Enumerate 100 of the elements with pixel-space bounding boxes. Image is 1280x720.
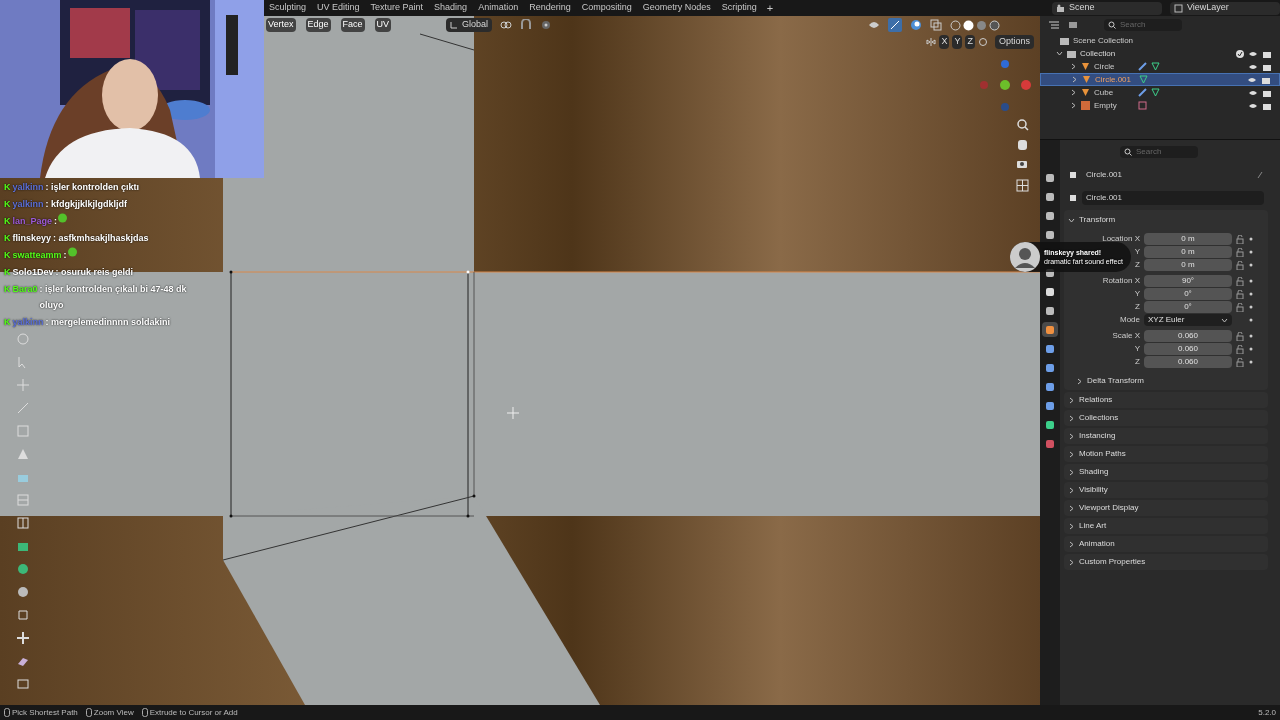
snap-icon[interactable]	[520, 19, 532, 31]
workspace-tab[interactable]: Texture Paint	[365, 1, 429, 15]
chevron-icon[interactable]	[1068, 486, 1075, 494]
workspace-tab[interactable]: UV Editing	[312, 1, 365, 15]
chevron-icon[interactable]	[1071, 76, 1078, 83]
rendered-shading-icon[interactable]	[989, 19, 1000, 31]
workspace-tab[interactable]: Shading	[429, 1, 473, 15]
panel-header[interactable]: Visibility	[1079, 484, 1108, 496]
keyframe-dot-icon[interactable]	[1248, 236, 1254, 242]
navigation-gizmo[interactable]	[980, 60, 1031, 111]
grid-icon[interactable]	[1016, 179, 1029, 192]
workspace-tab[interactable]: Rendering	[524, 1, 576, 15]
field-label: Y	[1134, 288, 1140, 300]
number-field[interactable]: 0 m	[1144, 233, 1232, 245]
chevron-icon[interactable]	[1070, 102, 1077, 109]
keyframe-dot-icon[interactable]	[1248, 359, 1254, 365]
number-field[interactable]: 0°	[1144, 301, 1232, 313]
field-label: Z	[1135, 259, 1140, 271]
chevron-icon[interactable]	[1068, 540, 1075, 548]
chevron-icon[interactable]	[1068, 558, 1075, 566]
mirror-icon[interactable]	[926, 37, 937, 47]
3d-cursor-icon	[506, 406, 520, 420]
panel-header[interactable]: Instancing	[1079, 430, 1116, 442]
number-field[interactable]: 0 m	[1144, 259, 1232, 271]
avatar	[1010, 242, 1040, 272]
chevron-icon[interactable]	[1068, 504, 1075, 512]
menu-item[interactable]: Edge	[305, 18, 331, 32]
number-field[interactable]: 0.060	[1144, 356, 1232, 368]
panel-header[interactable]: Motion Paths	[1079, 448, 1126, 460]
workspace-tab[interactable]: Animation	[473, 1, 524, 15]
outliner-row[interactable]: Circle.001	[1040, 73, 1280, 86]
chevron-icon[interactable]	[1068, 468, 1075, 476]
orientation-dropdown[interactable]: Global	[446, 18, 492, 32]
outliner-row[interactable]: Circle	[1040, 60, 1280, 73]
tree-item[interactable]: Scene Collection	[1073, 34, 1134, 47]
mode-dropdown[interactable]: XYZ Euler	[1144, 314, 1232, 326]
subpanel-header[interactable]: Delta Transform	[1087, 375, 1144, 387]
wireframe-shading-icon[interactable]	[950, 19, 961, 31]
zoom-icon[interactable]	[1017, 119, 1029, 131]
display-mode-icon[interactable]	[1048, 20, 1060, 30]
workspace-tab[interactable]: Sculpting	[264, 1, 312, 15]
keyframe-dot-icon[interactable]	[1248, 278, 1254, 284]
panel-header[interactable]: Transform	[1079, 214, 1116, 226]
gizmo-toggle-icon[interactable]	[888, 18, 902, 32]
number-field[interactable]: 90°	[1144, 275, 1232, 287]
keyframe-dot-icon[interactable]	[1248, 333, 1254, 339]
options-dropdown[interactable]: Options	[994, 35, 1034, 49]
workspace-tab[interactable]: Geometry Nodes	[637, 1, 716, 15]
panel-header[interactable]: Shading	[1079, 466, 1109, 478]
overlay-icon[interactable]	[910, 19, 922, 31]
add-tab-button[interactable]: +	[762, 0, 778, 17]
chevron-icon[interactable]	[1068, 450, 1075, 458]
properties-tab[interactable]	[1042, 322, 1058, 337]
panel-header[interactable]: Line Art	[1079, 520, 1107, 532]
workspace-tab[interactable]: Scripting	[716, 1, 762, 15]
chevron-icon[interactable]	[1068, 414, 1075, 422]
chevron-icon[interactable]	[1068, 216, 1075, 224]
chevron-icon[interactable]	[1068, 432, 1075, 440]
number-field[interactable]: 0°	[1144, 288, 1232, 300]
name-field[interactable]: Circle.001	[1082, 191, 1264, 205]
scene-selector[interactable]: Scene	[1052, 1, 1162, 15]
chevron-icon[interactable]	[1056, 50, 1063, 57]
chevron-icon[interactable]	[1070, 63, 1077, 70]
panel-header[interactable]: Relations	[1079, 394, 1113, 406]
keyframe-dot-icon[interactable]	[1248, 249, 1254, 255]
visibility-icon[interactable]	[868, 19, 880, 31]
xray-icon[interactable]	[930, 19, 942, 31]
workspace-tab[interactable]: Compositing	[576, 1, 637, 15]
number-field[interactable]: 0.060	[1144, 343, 1232, 355]
axis-toggle[interactable]: Z	[965, 35, 975, 49]
axis-toggle[interactable]: X	[939, 35, 950, 49]
menu-item[interactable]: Face	[340, 18, 365, 32]
keyframe-dot-icon[interactable]	[1248, 346, 1254, 352]
outliner-row[interactable]: Empty	[1040, 99, 1280, 112]
view-layer-selector[interactable]: ViewLayer	[1170, 1, 1280, 15]
chevron-icon[interactable]	[1070, 89, 1077, 96]
chevron-icon[interactable]	[1076, 377, 1083, 385]
panel-header[interactable]: Collections	[1079, 412, 1119, 424]
number-field[interactable]: 0 m	[1144, 246, 1232, 258]
chevron-icon[interactable]	[1068, 396, 1075, 404]
menu-item[interactable]: Vertex	[266, 18, 296, 32]
link-icon[interactable]	[500, 20, 512, 30]
camera-icon[interactable]	[1017, 161, 1027, 168]
keyframe-dot-icon[interactable]	[1248, 262, 1254, 268]
axis-toggle[interactable]: Y	[952, 35, 963, 49]
keyframe-dot-icon[interactable]	[1248, 304, 1254, 310]
transform-icon[interactable]	[16, 631, 32, 646]
outliner-row[interactable]: Cube	[1040, 86, 1280, 99]
platform-label: K	[4, 316, 11, 329]
platform-label: K	[4, 181, 11, 194]
keyframe-dot-icon[interactable]	[1248, 291, 1254, 297]
proportional-icon[interactable]	[540, 19, 552, 31]
chevron-icon[interactable]	[1068, 522, 1075, 530]
keyframe-dot-icon[interactable]	[1248, 317, 1254, 323]
number-field[interactable]: 0.060	[1144, 330, 1232, 342]
tree-item[interactable]: Collection	[1080, 47, 1116, 60]
mesh-symmetry-icon[interactable]	[977, 37, 988, 47]
checkbox[interactable]	[1236, 49, 1244, 58]
panel-header[interactable]: Animation	[1079, 538, 1115, 550]
solid-shading-icon[interactable]	[963, 19, 974, 31]
